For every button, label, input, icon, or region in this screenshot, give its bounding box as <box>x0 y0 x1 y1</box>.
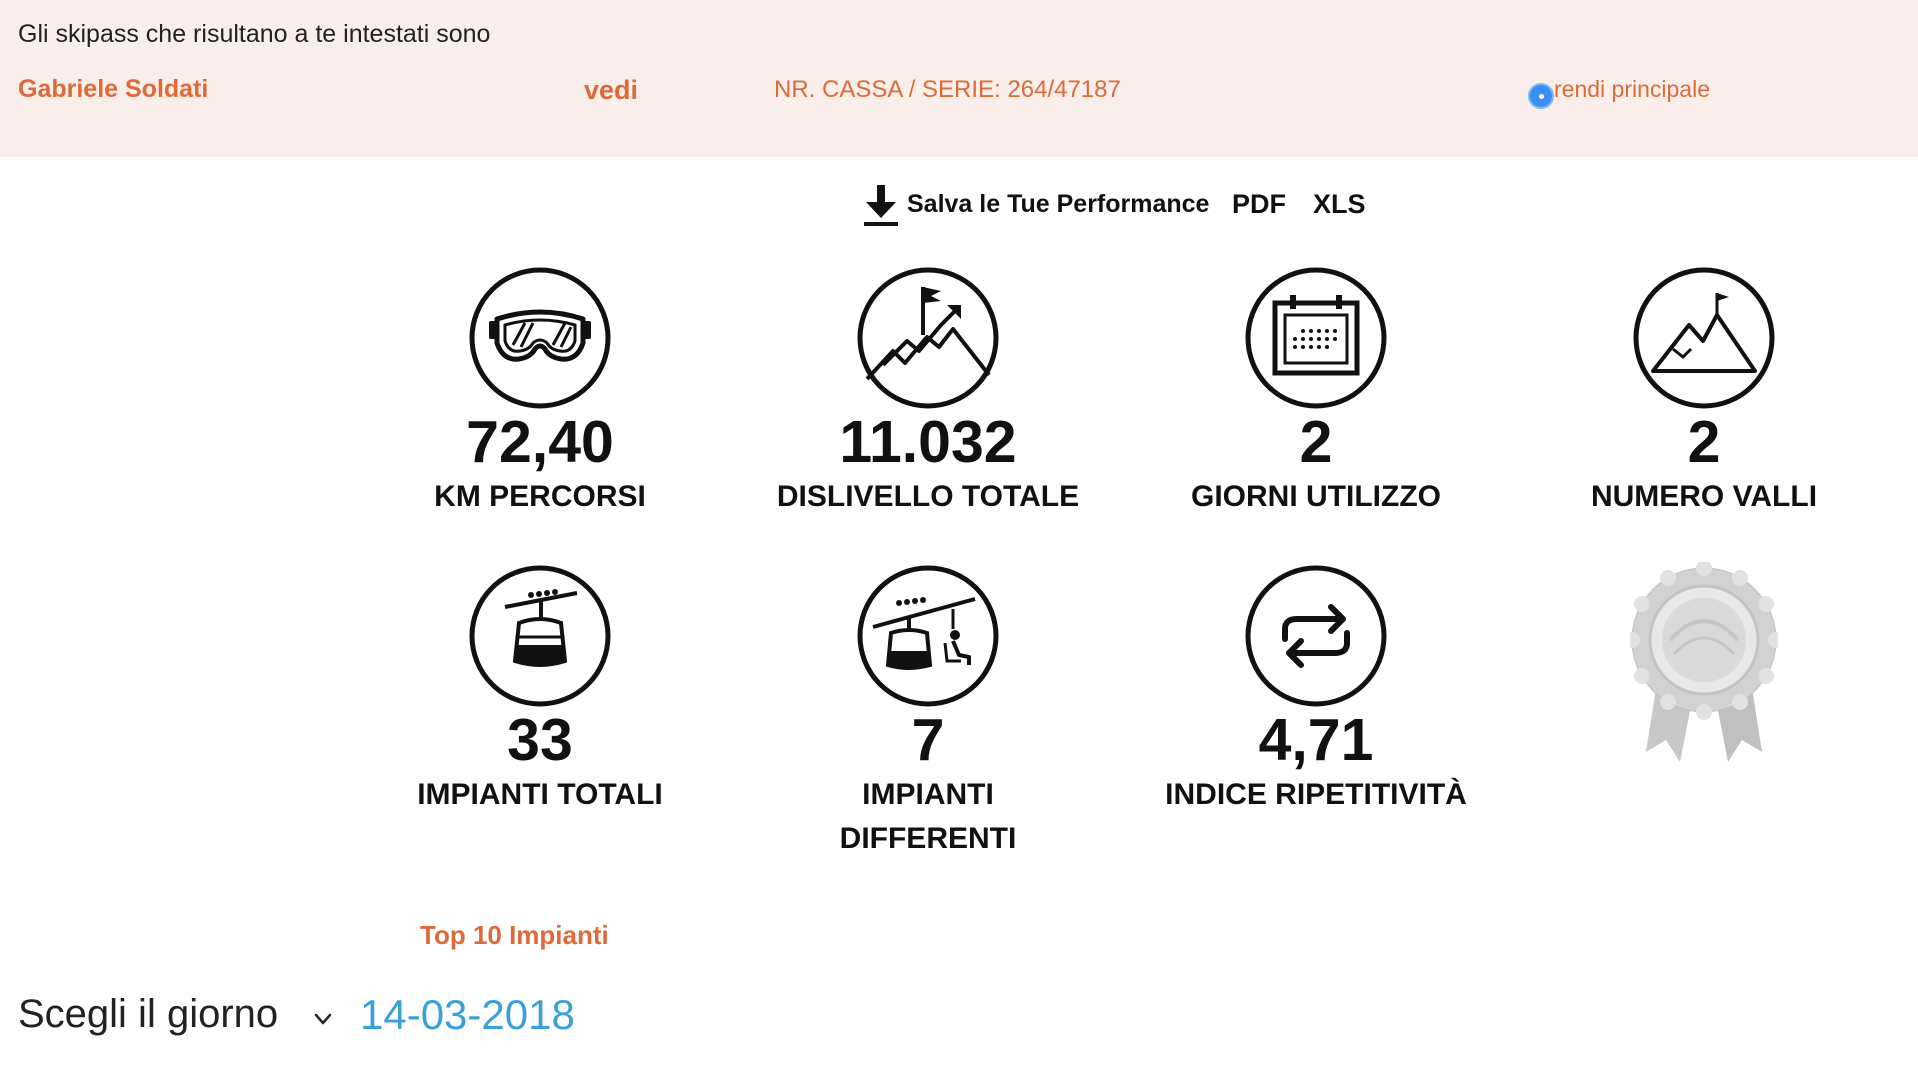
export-pdf-link[interactable]: PDF <box>1232 189 1286 220</box>
ski-goggles-icon <box>469 267 611 409</box>
impianti-totali-label: IMPIANTI TOTALI <box>417 778 663 811</box>
repeat-icon <box>1245 565 1387 707</box>
view-skipass-link[interactable]: vedi <box>584 75 638 106</box>
skipass-owner-name: Gabriele Soldati <box>18 75 209 103</box>
stat-impianti-differenti: 7 IMPIANTI DIFFERENTI <box>748 565 1108 861</box>
mountain-flag-icon <box>1633 267 1775 409</box>
choose-day-label: Scegli il giorno <box>18 992 279 1036</box>
impianti-differenti-label-line2: DIFFERENTI <box>839 822 1017 855</box>
skipass-intro-text: Gli skipass che risultano a te intestati… <box>18 20 491 48</box>
impianti-differenti-label-line1: IMPIANTI <box>862 778 994 811</box>
make-primary-label[interactable]: rendi principale <box>1554 76 1710 103</box>
top-10-impianti-link[interactable]: Top 10 Impianti <box>420 920 609 951</box>
dislivello-value: 11.032 <box>839 409 1017 475</box>
download-icon[interactable] <box>864 185 898 227</box>
stat-impianti-totali: 33 IMPIANTI TOTALI <box>360 565 720 817</box>
stat-numero-valli: 2 NUMERO VALLI <box>1524 267 1884 519</box>
valli-label: NUMERO VALLI <box>1590 480 1818 513</box>
cable-car-icon <box>469 565 611 707</box>
cable-car-chairlift-icon <box>857 565 999 707</box>
make-primary-radio[interactable] <box>1528 83 1554 109</box>
export-xls-link[interactable]: XLS <box>1313 189 1366 220</box>
stat-km-percorsi: 72,40 KM PERCORSI <box>360 267 720 519</box>
km-label: KM PERCORSI <box>434 480 646 513</box>
stat-giorni-utilizzo: 2 GIORNI UTILIZZO <box>1136 267 1496 519</box>
indice-value: 4,71 <box>1258 707 1374 773</box>
selected-day-dropdown[interactable]: 14-03-2018 <box>360 991 575 1039</box>
impianti-totali-value: 33 <box>507 707 573 773</box>
giorni-label: GIORNI UTILIZZO <box>1191 480 1441 513</box>
stat-dislivello-totale: 11.032 DISLIVELLO TOTALE <box>748 267 1108 519</box>
stat-indice-ripetitivita: 4,71 INDICE RIPETITIVITÀ <box>1136 565 1496 817</box>
award-rosette-icon <box>1630 562 1778 762</box>
indice-label: INDICE RIPETITIVITÀ <box>1165 778 1467 811</box>
skipass-serial: NR. CASSA / SERIE: 264/47187 <box>774 76 1121 103</box>
calendar-icon <box>1245 267 1387 409</box>
dislivello-label: DISLIVELLO TOTALE <box>776 480 1080 513</box>
mountain-climb-icon <box>857 267 999 409</box>
save-performance-label: Salva le Tue Performance <box>907 190 1210 218</box>
giorni-value: 2 <box>1299 409 1333 475</box>
impianti-differenti-value: 7 <box>911 707 945 773</box>
km-value: 72,40 <box>466 409 614 475</box>
valli-value: 2 <box>1687 409 1721 475</box>
chevron-down-icon[interactable] <box>312 1008 334 1030</box>
